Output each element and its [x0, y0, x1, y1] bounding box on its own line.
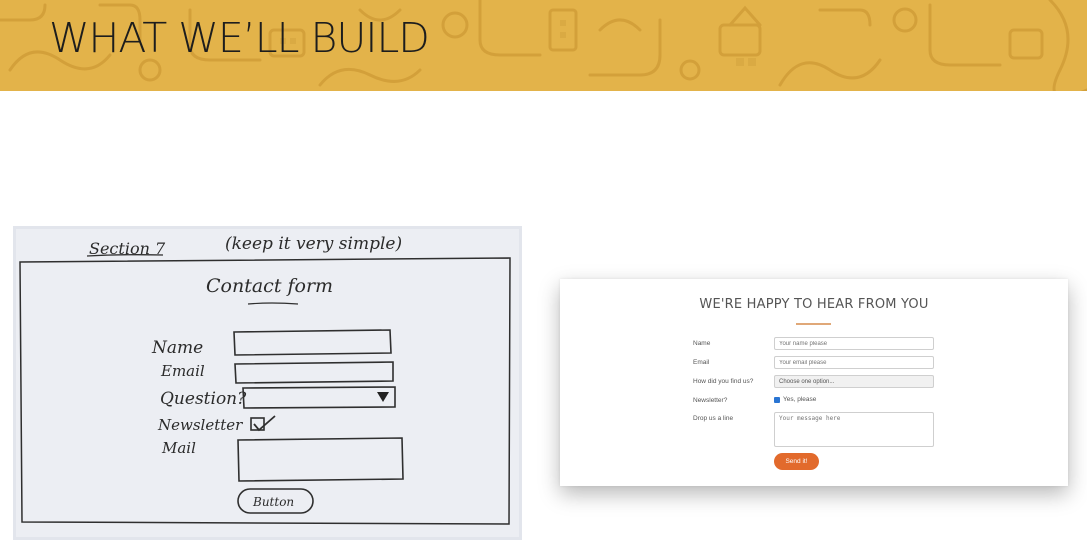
form-title: WE'RE HAPPY TO HEAR FROM YOU — [699, 297, 929, 312]
sketch-note: (keep it very simple) — [225, 234, 402, 254]
sketch-label-newsletter: Newsletter — [157, 416, 243, 434]
sketch-button-label: Button — [252, 495, 294, 509]
header-banner: WHAT WE’LL BUILD — [0, 0, 1087, 91]
source-select[interactable]: Choose one option... — [774, 375, 934, 388]
newsletter-option-label: Yes, please — [783, 396, 817, 403]
newsletter-checkbox[interactable] — [774, 397, 780, 403]
sketch-photo: Section 7 (keep it very simple) Contact … — [13, 226, 522, 540]
message-label: Drop us a line — [693, 415, 734, 422]
name-label: Name — [693, 340, 711, 347]
sketch-label-mail: Mail — [161, 439, 196, 457]
source-label: How did you find us? — [693, 378, 754, 385]
sketch-label-question: Question? — [160, 389, 247, 409]
sketch-label-email: Email — [160, 362, 205, 380]
page-title: WHAT WE’LL BUILD — [49, 14, 430, 62]
sketch-label-name: Name — [151, 338, 203, 358]
newsletter-label: Newsletter? — [693, 397, 728, 404]
sketch-drawing: Section 7 (keep it very simple) Contact … — [13, 226, 522, 540]
title-divider — [796, 323, 831, 325]
sketch-form-title: Contact form — [206, 275, 333, 297]
name-input[interactable] — [774, 337, 934, 350]
sketch-section-label: Section 7 — [89, 239, 166, 258]
send-button[interactable]: Send it! — [774, 453, 819, 470]
email-label: Email — [693, 359, 710, 366]
contact-form-card: WE'RE HAPPY TO HEAR FROM YOU Name Email … — [560, 279, 1068, 486]
message-textarea[interactable] — [774, 412, 934, 447]
email-input[interactable] — [774, 356, 934, 369]
